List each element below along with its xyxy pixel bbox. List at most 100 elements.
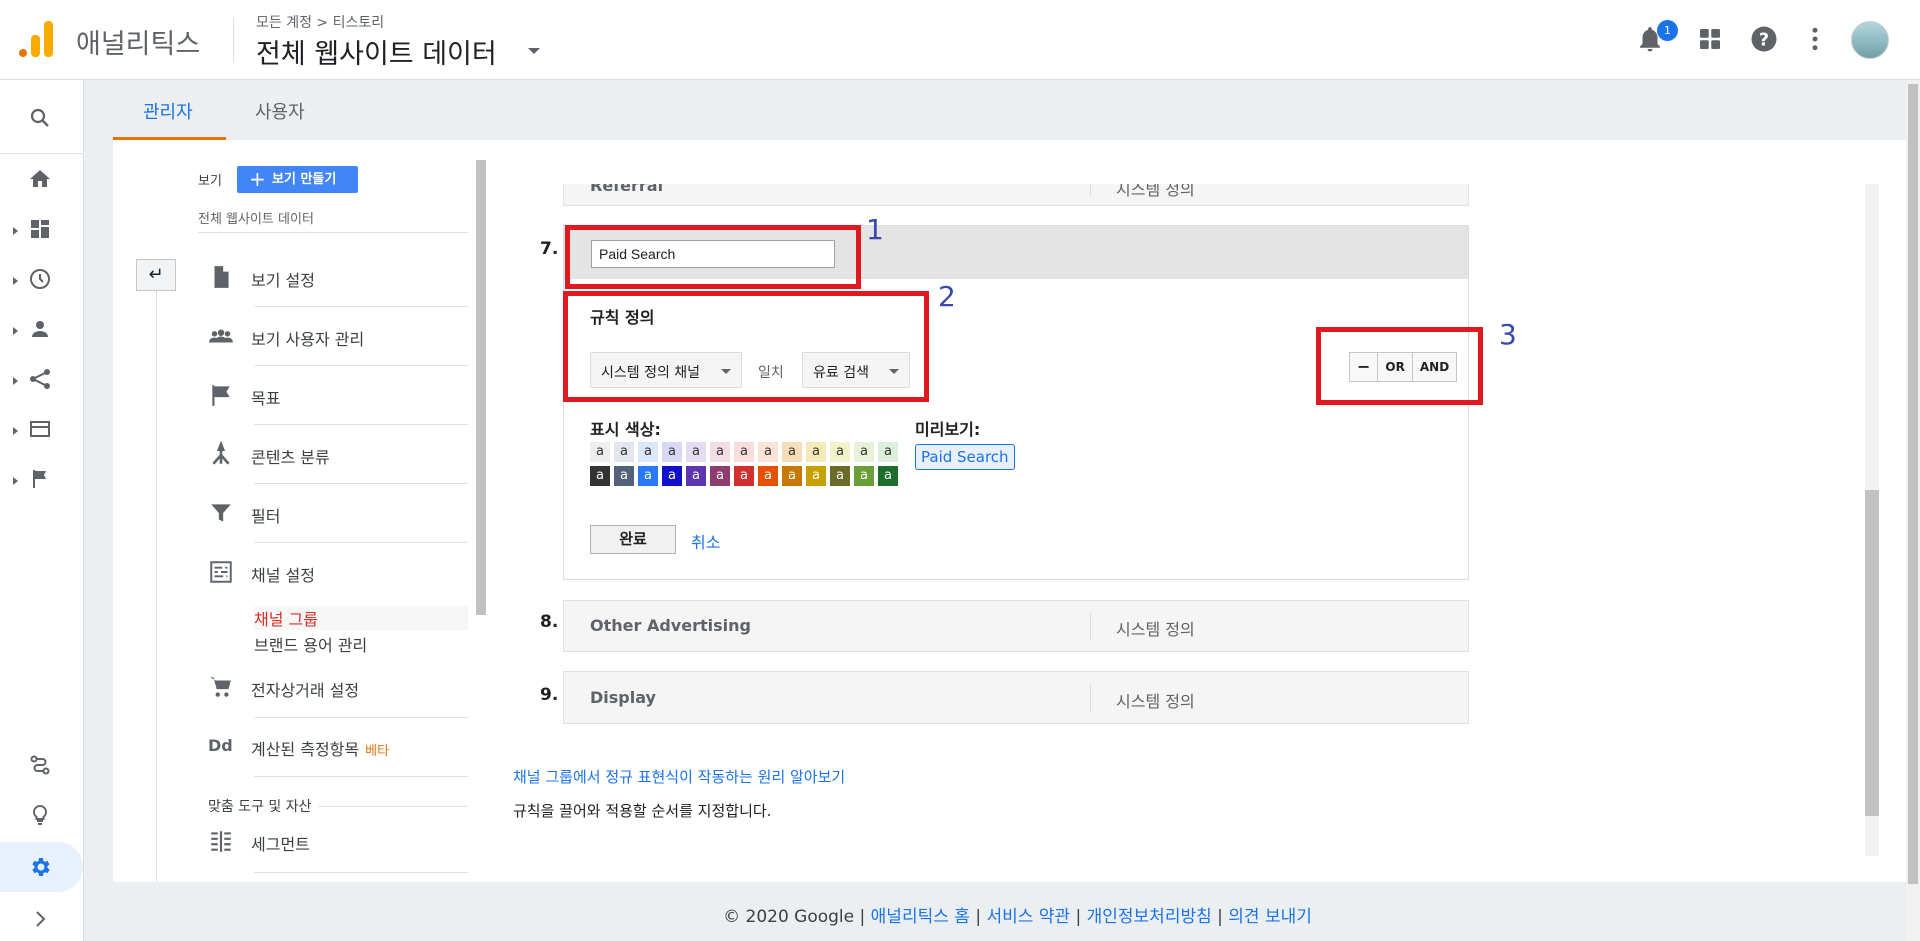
color-swatch[interactable]: a: [878, 466, 898, 486]
expand-arrow-icon[interactable]: [13, 327, 18, 335]
nav-divider: [318, 806, 468, 807]
color-swatch[interactable]: a: [806, 442, 826, 462]
property-selector[interactable]: 전체 웹사이트 데이터: [256, 32, 497, 71]
nav-item-label: 채널 설정: [251, 566, 315, 585]
content-scrollbar-thumb[interactable]: [1865, 490, 1879, 816]
channel-row-other-advertising[interactable]: Other Advertising 시스템 정의: [563, 600, 1469, 652]
color-swatch[interactable]: a: [758, 466, 778, 486]
apps-grid-icon[interactable]: [1695, 24, 1725, 54]
nav-item-content-grouping[interactable]: 콘텐츠 분류: [208, 425, 468, 483]
nav-divider: [198, 232, 468, 233]
color-swatch[interactable]: a: [590, 442, 610, 462]
color-swatch[interactable]: a: [638, 442, 658, 462]
cart-icon: [210, 677, 231, 697]
row-type: 시스템 정의: [1116, 620, 1195, 639]
row-name: Display: [590, 688, 656, 707]
acquisition-icon[interactable]: [28, 367, 52, 391]
cancel-link[interactable]: 취소: [691, 529, 720, 553]
sub-item-brand-terms[interactable]: 브랜드 용어 관리: [254, 632, 367, 656]
expand-arrow-icon[interactable]: [13, 277, 18, 285]
color-swatch[interactable]: a: [830, 466, 850, 486]
nav-item-channel-settings[interactable]: 채널 설정: [208, 543, 468, 601]
clock-icon[interactable]: [28, 267, 52, 291]
regex-help-link[interactable]: 채널 그룹에서 정규 표현식이 작동하는 원리 알아보기: [513, 766, 845, 787]
behavior-icon[interactable]: [28, 417, 52, 441]
footer-link-feedback[interactable]: 의견 보내기: [1228, 907, 1312, 927]
annotation-box-1: [565, 225, 861, 289]
nav-item-segments[interactable]: 세그먼트: [208, 812, 468, 870]
left-nav-scrollbar[interactable]: [476, 160, 486, 615]
nav-item-view-users[interactable]: 보기 사용자 관리: [208, 307, 468, 365]
color-swatch[interactable]: a: [662, 466, 682, 486]
color-swatch[interactable]: a: [638, 466, 658, 486]
color-swatch[interactable]: a: [590, 466, 610, 486]
back-arrow-button[interactable]: ↵: [136, 259, 176, 291]
person-icon[interactable]: [28, 317, 52, 341]
expand-arrow-icon[interactable]: [13, 427, 18, 435]
page-scrollbar-thumb[interactable]: [1908, 84, 1918, 884]
filter-icon: [211, 504, 231, 522]
footer-link-privacy[interactable]: 개인정보처리방침: [1087, 907, 1212, 927]
footer-link-terms[interactable]: 서비스 약관: [986, 907, 1070, 927]
channel-row-referral[interactable]: Referral 시스템 정의: [563, 176, 1469, 206]
app-title[interactable]: 애널리틱스: [76, 22, 200, 61]
more-vert-icon[interactable]: [1800, 24, 1830, 54]
color-swatch[interactable]: a: [614, 442, 634, 462]
nav-item-ecommerce[interactable]: 전자상거래 설정: [208, 658, 468, 716]
breadcrumb[interactable]: 모든 계정 > 티스토리: [256, 12, 384, 32]
dashboard-icon[interactable]: [28, 217, 52, 241]
expand-arrow-icon[interactable]: [13, 227, 18, 235]
color-swatch[interactable]: a: [710, 442, 730, 462]
tab-user[interactable]: 사용자: [255, 98, 305, 124]
color-swatch[interactable]: a: [830, 442, 850, 462]
color-swatch[interactable]: a: [662, 442, 682, 462]
chevron-down-icon[interactable]: [528, 48, 540, 54]
color-swatch[interactable]: a: [710, 466, 730, 486]
color-swatch[interactable]: a: [878, 442, 898, 462]
search-icon[interactable]: [28, 106, 52, 130]
color-swatch[interactable]: a: [854, 442, 874, 462]
flag-icon[interactable]: [28, 467, 52, 491]
footer: © 2020 Google | 애널리틱스 홈 | 서비스 약관 | 개인정보처…: [0, 882, 1920, 941]
plus-icon: +: [249, 167, 266, 191]
view-name[interactable]: 전체 웹사이트 데이터: [198, 208, 314, 227]
row-number: 9.: [540, 685, 559, 705]
nav-item-calculated-metrics[interactable]: Dd 계산된 측정항목 베타: [208, 717, 468, 775]
channel-row-display[interactable]: Display 시스템 정의: [563, 671, 1469, 724]
help-icon[interactable]: ?: [1749, 24, 1779, 54]
expand-arrow-icon[interactable]: [13, 477, 18, 485]
analytics-logo-icon[interactable]: [19, 21, 53, 57]
tab-admin[interactable]: 관리자: [143, 98, 193, 124]
lightbulb-icon[interactable]: [28, 803, 52, 827]
avatar[interactable]: [1851, 21, 1889, 59]
color-swatch[interactable]: a: [782, 466, 802, 486]
color-swatch[interactable]: a: [686, 442, 706, 462]
row-number: 7.: [540, 239, 559, 259]
nav-guide-line: [156, 291, 157, 882]
sub-item-channel-grouping[interactable]: 채널 그룹: [254, 606, 468, 630]
nav-item-view-settings[interactable]: 보기 설정: [208, 248, 468, 306]
footer-link-analytics-home[interactable]: 애널리틱스 홈: [871, 907, 970, 927]
home-icon[interactable]: [28, 167, 52, 191]
color-swatch[interactable]: a: [806, 466, 826, 486]
expand-arrow-icon[interactable]: [13, 377, 18, 385]
nav-item-label: 계산된 측정항목 베타: [251, 736, 389, 760]
color-swatch[interactable]: a: [854, 466, 874, 486]
nav-item-filters[interactable]: 필터: [208, 484, 468, 542]
nav-item-label: 콘텐츠 분류: [251, 448, 330, 467]
dd-icon: Dd: [208, 736, 233, 755]
color-swatch[interactable]: a: [614, 466, 634, 486]
gear-icon[interactable]: [28, 855, 52, 879]
nav-item-label: 보기 설정: [251, 271, 315, 290]
scroll-clip: [520, 160, 1480, 184]
color-swatch[interactable]: a: [734, 442, 754, 462]
admin-tabs: 관리자 사용자: [113, 80, 1913, 140]
color-swatch[interactable]: a: [782, 442, 802, 462]
nav-item-goals[interactable]: 목표: [208, 366, 468, 424]
done-button[interactable]: 완료: [590, 525, 676, 554]
color-swatch[interactable]: a: [758, 442, 778, 462]
attribution-icon[interactable]: [28, 753, 52, 777]
color-swatch[interactable]: a: [734, 466, 754, 486]
color-swatch[interactable]: a: [686, 466, 706, 486]
create-view-button[interactable]: + 보기 만들기: [237, 166, 358, 193]
